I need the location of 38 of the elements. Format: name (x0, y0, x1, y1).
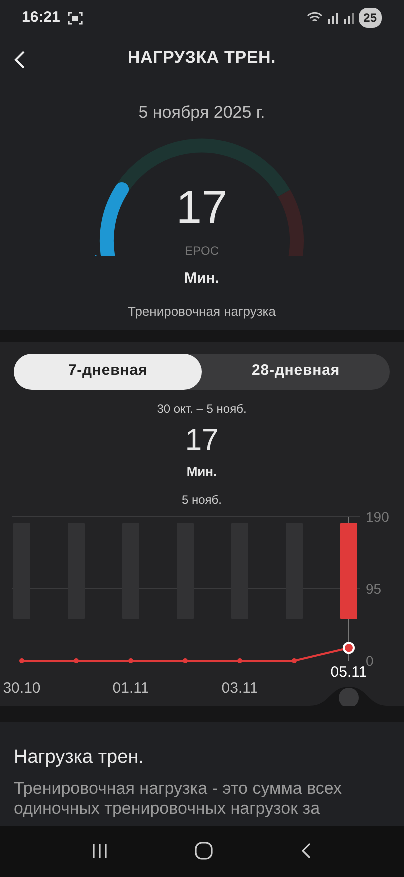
info-text: Тренировочная нагрузка - это сумма всех одиночных тренировочных нагрузок за (14, 778, 344, 820)
axis-label: 01.11 (112, 680, 150, 697)
axis-label: 05.11 (330, 664, 368, 681)
data-point (74, 658, 79, 664)
status-time: 16:21 (22, 8, 60, 28)
back-icon (299, 842, 314, 860)
recent-apps-icon (90, 842, 109, 860)
date-label: 5 ноября 2025 г. (138, 102, 266, 124)
home-icon (194, 841, 214, 862)
page-title: НАГРУЗКА ТРЕН. (128, 47, 276, 70)
back-icon (14, 50, 26, 70)
info-title: Нагрузка трен. (14, 746, 145, 770)
data-point (292, 658, 297, 664)
period-tab[interactable]: 28-дневная (202, 354, 390, 390)
battery-indicator: 25 (358, 8, 382, 28)
axis-label: 95 (366, 581, 382, 597)
data-point (238, 658, 242, 664)
period-tab[interactable]: 7-дневная (14, 354, 202, 390)
wifi-icon (306, 12, 323, 24)
data-point (183, 658, 188, 664)
unit-label: EPOC (184, 242, 220, 260)
screenshot-icon (68, 12, 84, 24)
date-range: 30 окт. – 5 нояб. (156, 400, 248, 418)
period-value: 17 (184, 426, 220, 456)
signal-icon (326, 12, 339, 24)
selected-point (343, 642, 355, 654)
gauge-caption: Тренировочная нагрузка (126, 303, 277, 321)
axis-label: 190 (366, 511, 390, 525)
data-point (128, 658, 134, 664)
data-point (20, 658, 24, 664)
period-level: Мин. (186, 462, 218, 480)
axis-label: 30.10 (3, 680, 41, 697)
signal-icon (342, 12, 355, 24)
axis-label: 0 (366, 653, 374, 669)
axis-label: 03.11 (222, 680, 258, 697)
day-label: 5 нояб. (180, 492, 223, 509)
load-level: Мин. (184, 268, 220, 288)
load-value: 17 (175, 184, 229, 230)
